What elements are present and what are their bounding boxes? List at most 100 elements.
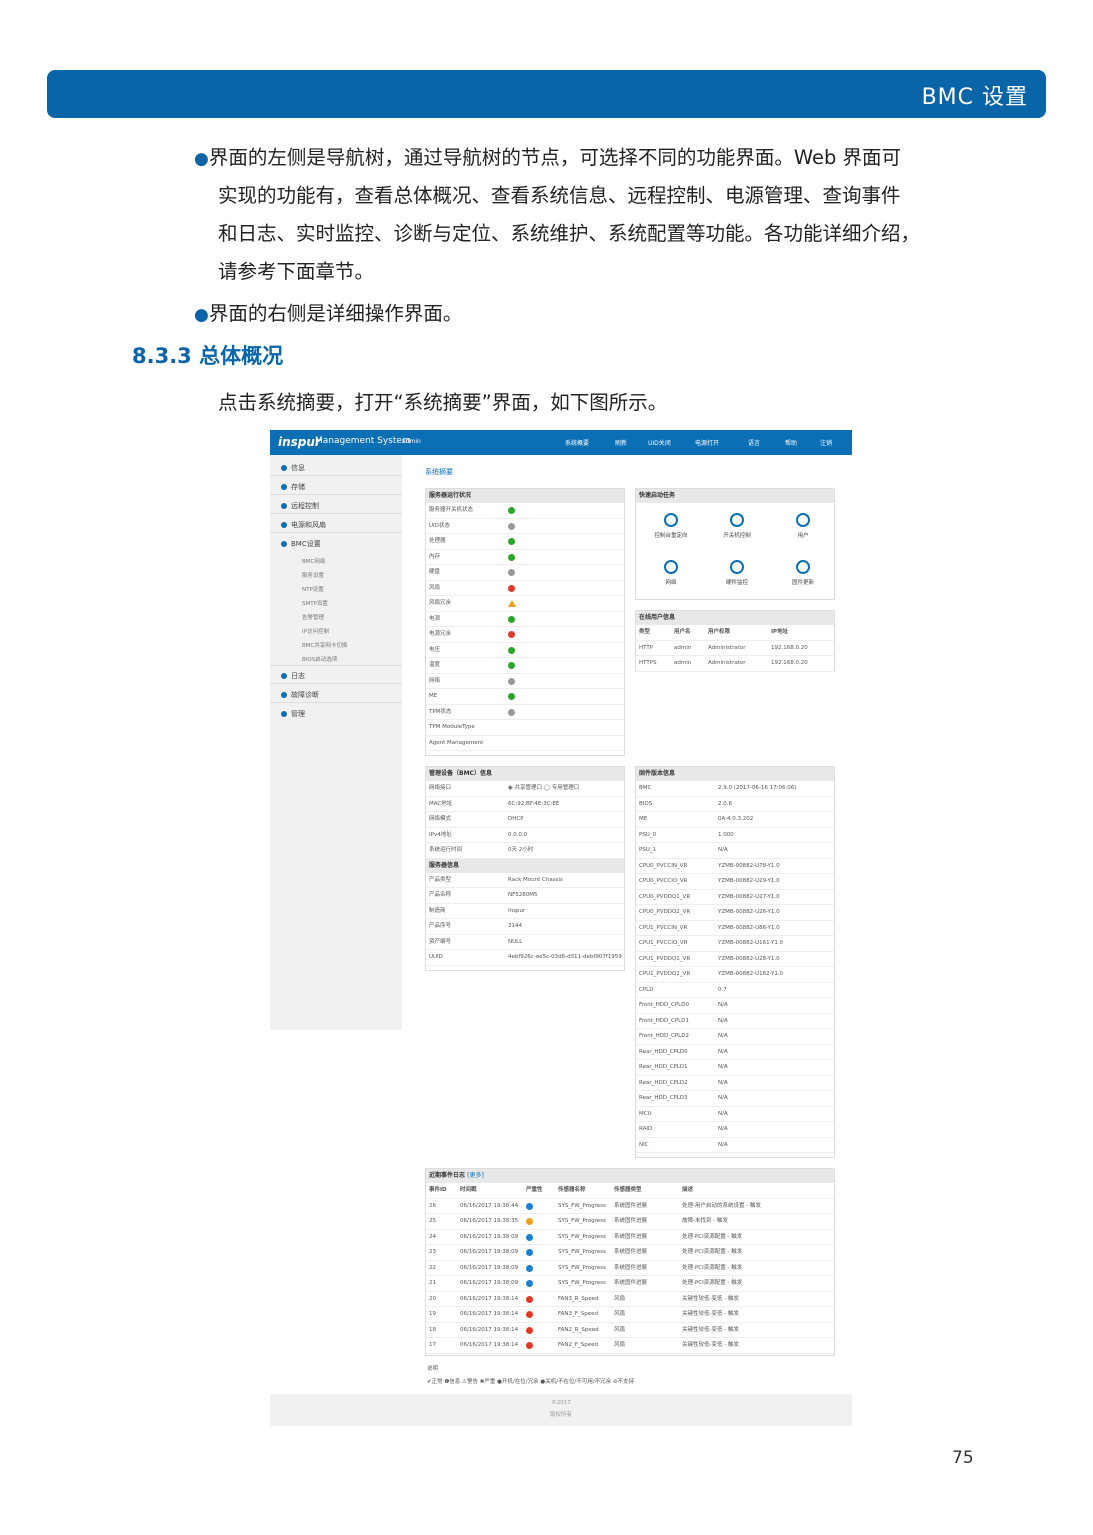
row-label: UUID (429, 954, 443, 960)
row-label: 网络模式 (429, 816, 452, 822)
online-users-panel: 在线用户信息 类型 用户名 用户权限 IP地址 HTTP admin Administra… (635, 610, 835, 672)
quick-user[interactable]: 用户 (770, 505, 836, 551)
storage-icon (281, 484, 287, 490)
sidebar-sub-item[interactable]: 服务设置 (302, 571, 324, 579)
row-value: N/A (718, 1002, 728, 1008)
row-value: Inspur (508, 907, 526, 914)
quick-fw-update[interactable]: 固件更新 (770, 552, 836, 598)
table-row: 系统运行时间 0天 2小时 (426, 843, 624, 859)
nav-refresh[interactable]: 刷新 (615, 438, 627, 447)
row-value: Rack Mount Chassis (508, 876, 563, 883)
status-gray-icon (508, 522, 515, 530)
row-value: N/A (718, 1126, 728, 1132)
row-label: MCU (639, 1110, 652, 1117)
sidebar-item-power[interactable]: 电源和风扇 (281, 520, 326, 530)
sidebar-sub-item[interactable]: BMC网络 (302, 557, 325, 565)
row-value: N/A (718, 847, 728, 853)
table-row: Front_HDD_CPLD2 N/A (636, 1029, 834, 1045)
table-row: Rear_HDD_CPLD2 N/A (636, 1076, 834, 1091)
row-value: N/A (718, 1033, 728, 1039)
row-label: 服务器开关机状态 (429, 507, 474, 513)
event-cell: SYS_FW_Progress (558, 1249, 606, 1255)
bullet-line: 界面的左侧是导航树，通过导航树的节点，可选择不同的功能界面。Web 界面可 (208, 146, 902, 169)
table-row: Front_HDD_CPLD1 N/A (636, 1014, 834, 1029)
row-label: CPU1_PVDDQ1_VR (639, 955, 691, 962)
row-value: NULL (508, 938, 523, 945)
row-value: 1.000 (718, 831, 734, 838)
row-label: 系统运行时间 (429, 847, 463, 853)
page-title: 系统摘要 (425, 468, 453, 476)
table-row: 17 06/16/2017 19:38:14 FAN2_F_Speed 风扇 关键性较低… (426, 1338, 834, 1354)
nav-logout[interactable]: 注销 (820, 438, 832, 447)
log-icon (281, 673, 287, 679)
quick-hw-monitor[interactable]: 硬件监控 (704, 552, 770, 598)
row-label: Front_HDD_CPLD0 (639, 1002, 689, 1008)
nav-uid[interactable]: UID关闭 (648, 438, 671, 447)
row-value: 0A:4.0.3.202 (718, 816, 754, 822)
nav-power[interactable]: 电源打开 (695, 438, 719, 447)
row-label: 制造商 (429, 907, 446, 914)
table-row: PSU_0 1.000 (636, 828, 834, 843)
footer-copyright: ©2017 (551, 1400, 571, 1406)
nav-language[interactable]: 语言 (748, 438, 760, 447)
status-ok-icon (508, 507, 515, 514)
event-cell: 06/16/2017 19:38:44 (460, 1202, 519, 1209)
table-row: ME 0A:4.0.3.202 (636, 812, 834, 828)
row-value: YZMB-00882-U161-Y1.0 (718, 940, 784, 946)
row-value: 2.0.6 (718, 800, 732, 807)
bullet-line: 界面的右侧是详细操作界面。 (208, 302, 463, 325)
status-gray-icon (508, 677, 515, 685)
table-row: HTTP admin Administrator 192.168.0.20 (636, 641, 834, 656)
status-ok-icon (508, 662, 515, 669)
panel-title: 服务器信息 (426, 858, 624, 873)
sidebar-sub-item[interactable]: SMTP设置 (302, 599, 328, 607)
status-ok-icon (508, 538, 515, 545)
quick-power-control[interactable]: 开关机控制 (704, 505, 770, 551)
legend-text: ✔正常 ❶信息 ⚠警告 ✖严重 ●开机/在位/冗余 ●关机/不在位/不可用/不冗… (427, 1379, 635, 1385)
table-row: RAID N/A (636, 1122, 834, 1138)
sidebar-item-manage[interactable]: 管理 (281, 709, 305, 719)
quick-console[interactable]: 控制台重定向 (638, 505, 704, 551)
nav-help[interactable]: 帮助 (785, 438, 797, 447)
bullet-symbol: ● (194, 149, 209, 169)
sidebar-sub-item[interactable]: 告警管理 (302, 613, 324, 621)
sidebar-item-bmc[interactable]: BMC设置 (281, 539, 321, 549)
table-row: 风扇冗余 (426, 596, 624, 612)
table-row: UUID 4ebf926c-ee5c-03d6-d311-debf907f1959 (426, 950, 624, 966)
event-cell: 06/16/2017 19:38:14 (460, 1295, 519, 1302)
status-ok-icon (508, 615, 515, 623)
row-value: ◉ 共享管理口 ◯ 专用管理口 (508, 785, 580, 791)
power-icon (281, 522, 287, 528)
sidebar-item-diagnose[interactable]: 故障诊断 (281, 690, 319, 700)
severity-err-icon (526, 1311, 533, 1318)
status-gray-icon (508, 569, 515, 576)
row-value: YZMB-00882-U78-Y1.0 (718, 862, 780, 869)
sidebar-sub-item[interactable]: IP访问控制 (302, 627, 329, 635)
table-row: 制造商 Inspur (426, 904, 624, 919)
sidebar-item-remote[interactable]: 远程控制 (281, 501, 319, 511)
quick-network[interactable]: 网络 (638, 552, 704, 598)
event-cell: 06/16/2017 19:38:09 (460, 1249, 519, 1255)
intro-text: 点击系统摘要，打开“系统摘要”界面，如下图所示。 (218, 391, 668, 414)
more-link[interactable]: [更多] (467, 1172, 484, 1179)
sidebar-sub-item[interactable]: BIOS启动选项 (302, 655, 337, 663)
sidebar-sub-item[interactable]: BMC共享网卡切换 (302, 641, 347, 649)
row-label: CPU1_PVCCIO_VR (639, 940, 688, 946)
severity-info-icon (526, 1202, 533, 1210)
nav-summary[interactable]: 系统概要 (565, 438, 589, 447)
row-value: 6C:92:BF:4E:3C:EE (508, 800, 560, 807)
table-row: 20 06/16/2017 19:38:14 FAN3_R_Speed 风扇 关键性较低… (426, 1292, 834, 1307)
sidebar-item-log[interactable]: 日志 (281, 671, 305, 681)
row-label: 产品序号 (429, 923, 452, 929)
event-cell: FAN3_F_Speed (558, 1311, 598, 1317)
table-row: 内存 (426, 550, 624, 565)
table-row: 21 06/16/2017 19:38:09 SYS_FW_Progress 系统固件… (426, 1276, 834, 1292)
table-row: 服务器开关机状态 (426, 503, 624, 519)
sidebar-item-storage[interactable]: 存储 (281, 482, 305, 492)
sidebar-sub-item[interactable]: NTP设置 (302, 585, 324, 593)
bullet-symbol: ● (194, 305, 209, 325)
event-cell: 系统固件进展 (614, 1233, 648, 1240)
event-cell: 21 (429, 1280, 436, 1286)
severity-info-icon (526, 1249, 533, 1256)
sidebar-item-info[interactable]: 信息 (281, 463, 305, 473)
